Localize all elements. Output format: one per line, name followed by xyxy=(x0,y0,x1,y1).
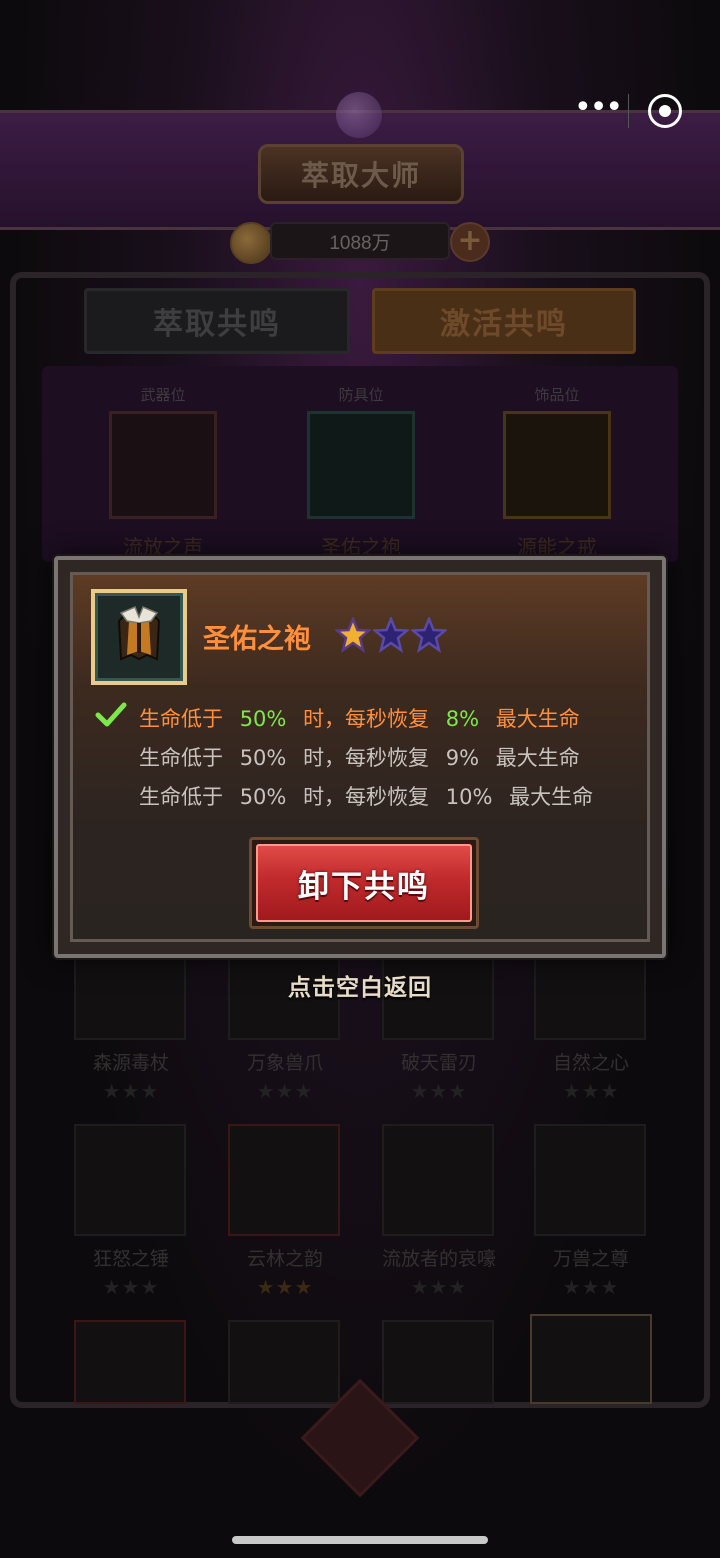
effect-mid: 时，每秒恢复 xyxy=(303,746,430,770)
tab-extract-resonance[interactable]: 萃取共鸣 xyxy=(84,288,350,354)
capsule-divider xyxy=(628,94,629,128)
effect-suffix: 最大生命 xyxy=(509,785,594,809)
close-target-icon[interactable] xyxy=(648,94,682,128)
home-indicator[interactable] xyxy=(232,1536,488,1544)
effect-row: 生命低于 50% 时，每秒恢复 10% 最大生命 xyxy=(139,781,593,820)
effect-mid: 时，每秒恢复 xyxy=(303,707,430,731)
slot-position-label: 饰品位 xyxy=(534,386,580,404)
item-stars: ★★★ xyxy=(410,1079,468,1103)
item-name: 流放者的哀嚎 xyxy=(382,1248,497,1270)
unload-resonance-button[interactable]: 卸下共鸣 xyxy=(249,837,479,929)
title-plate: 萃取大师 xyxy=(258,144,464,204)
modal-body: 圣佑之袍 生命低于 50% 时，每秒恢复 8% 最大生命 生命低于 50% 时，… xyxy=(70,572,650,942)
weapon-slot-box[interactable] xyxy=(109,411,217,519)
effect-prefix: 生命低于 xyxy=(139,707,223,731)
grid-item[interactable]: 狂怒之锤 ★★★ xyxy=(74,1124,188,1299)
item-name: 云林之韵 xyxy=(246,1248,323,1270)
effect-threshold: 50% xyxy=(239,707,287,731)
item-box[interactable] xyxy=(382,1320,494,1404)
tab-activate-resonance[interactable]: 激活共鸣 xyxy=(372,288,636,354)
orb-ornament xyxy=(336,92,382,138)
coin-balance: 1088万 xyxy=(270,222,450,260)
item-box[interactable] xyxy=(228,1124,340,1236)
item-name: 森源毒杖 xyxy=(92,1052,169,1074)
item-name: 万象兽爪 xyxy=(246,1052,323,1074)
item-stars: ★★★ xyxy=(256,1275,314,1299)
slot-position-label: 防具位 xyxy=(338,386,384,404)
effect-row-active: 生命低于 50% 时，每秒恢复 8% 最大生命 xyxy=(95,702,593,742)
resonance-detail-modal: 圣佑之袍 生命低于 50% 时，每秒恢复 8% 最大生命 生命低于 50% 时，… xyxy=(54,556,666,958)
coin-icon xyxy=(230,222,272,264)
grid-item[interactable]: 万兽之尊 ★★★ xyxy=(534,1124,648,1299)
effect-prefix: 生命低于 xyxy=(139,746,223,770)
effect-prefix: 生命低于 xyxy=(139,785,223,809)
robe-icon xyxy=(117,606,161,661)
robe-item-icon xyxy=(91,589,187,685)
more-dots-icon[interactable]: ••• xyxy=(574,93,623,123)
check-icon xyxy=(95,702,127,727)
grid-item[interactable] xyxy=(382,1320,496,1404)
star-empty-icon xyxy=(411,617,447,653)
item-box[interactable] xyxy=(228,1320,340,1404)
effect-row: 生命低于 50% 时，每秒恢复 9% 最大生命 xyxy=(139,742,593,781)
effect-value: 10% xyxy=(445,785,493,809)
coin-amount: 1088万 xyxy=(329,232,391,254)
item-stars: ★★★ xyxy=(410,1275,468,1299)
item-stars: ★★★ xyxy=(102,1079,160,1103)
item-box[interactable] xyxy=(534,1124,646,1236)
accessory-slot-box[interactable] xyxy=(503,411,611,519)
slot-position-label: 武器位 xyxy=(140,386,186,404)
star-rating xyxy=(335,617,447,653)
effect-threshold: 50% xyxy=(239,746,287,770)
armor-slot-box[interactable] xyxy=(307,411,415,519)
effect-threshold: 50% xyxy=(239,785,287,809)
grid-item[interactable]: 流放者的哀嚎 ★★★ xyxy=(382,1124,496,1299)
slot-armor[interactable]: 防具位 圣佑之袍 xyxy=(282,384,440,560)
grid-item[interactable] xyxy=(74,1320,188,1404)
item-stars: ★★★ xyxy=(562,1275,620,1299)
unload-button-label[interactable]: 卸下共鸣 xyxy=(256,844,472,922)
grid-item[interactable] xyxy=(228,1320,342,1404)
item-box[interactable] xyxy=(530,1314,652,1404)
effect-suffix: 最大生命 xyxy=(495,707,580,731)
effect-value: 9% xyxy=(445,746,480,770)
item-name: 自然之心 xyxy=(552,1052,629,1074)
item-name: 万兽之尊 xyxy=(552,1248,629,1270)
item-stars: ★★★ xyxy=(256,1079,314,1103)
star-empty-icon xyxy=(373,617,409,653)
effect-mid: 时，每秒恢复 xyxy=(303,785,430,809)
item-name: 狂怒之锤 xyxy=(92,1248,169,1270)
grid-item[interactable]: 云林之韵 ★★★ xyxy=(228,1124,342,1299)
tap-blank-to-return-hint[interactable]: 点击空白返回 xyxy=(0,968,720,1002)
item-name-title: 圣佑之袍 xyxy=(203,624,311,655)
item-box[interactable] xyxy=(74,1124,186,1236)
slot-weapon[interactable]: 武器位 流放之声 xyxy=(84,384,242,560)
item-box[interactable] xyxy=(382,1124,494,1236)
item-stars: ★★★ xyxy=(562,1079,620,1103)
effect-value: 8% xyxy=(445,707,480,731)
effect-suffix: 最大生命 xyxy=(495,746,580,770)
add-coins-plus-icon[interactable]: + xyxy=(450,222,490,262)
effect-list: 生命低于 50% 时，每秒恢复 8% 最大生命 生命低于 50% 时，每秒恢复 … xyxy=(95,702,593,820)
item-name: 破天雷刃 xyxy=(400,1052,477,1074)
item-box[interactable] xyxy=(74,1320,186,1404)
item-stars: ★★★ xyxy=(102,1275,160,1299)
grid-item[interactable] xyxy=(530,1314,652,1404)
page-title: 萃取大师 xyxy=(300,159,421,192)
slot-accessory[interactable]: 饰品位 源能之戒 xyxy=(478,384,636,560)
star-filled-icon xyxy=(335,617,371,653)
